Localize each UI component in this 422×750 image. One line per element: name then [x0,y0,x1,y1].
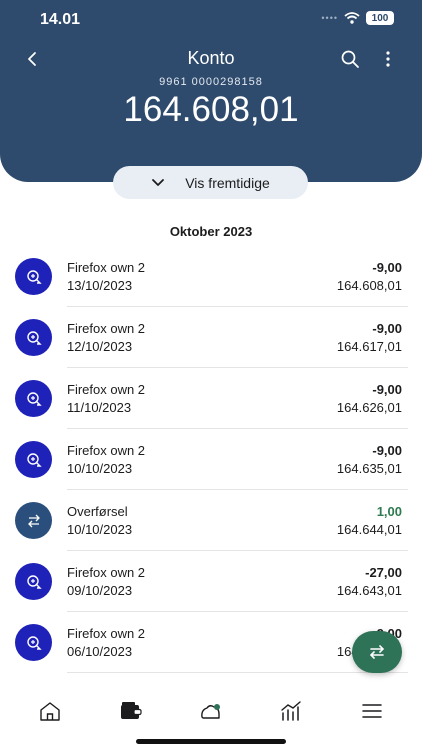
transaction-name: Firefox own 2 [67,626,146,641]
piggy-bank-icon [201,704,220,719]
account-balance: 164.608,01 [123,90,299,129]
transaction-row[interactable]: Overførsel 10/10/2023 1,00 164.644,01 [0,490,422,551]
transaction-name: Overførsel [67,504,128,519]
transaction-date: 09/10/2023 [67,583,133,598]
transaction-amount: -27,00 [365,565,402,580]
tab-investments[interactable] [278,700,304,722]
transaction-name: Firefox own 2 [67,321,146,336]
payment-icon [15,624,52,661]
account-header: 14.01 •••• 100 Konto 9961 0000298158 164… [0,0,422,182]
transaction-row[interactable]: Firefox own 2 13/10/2023 -9,00 164.608,0… [0,246,422,307]
transaction-name: Firefox own 2 [67,443,146,458]
payment-icon [15,319,52,356]
transfer-icon [15,502,52,539]
search-button[interactable] [340,49,360,69]
chevron-down-icon [152,178,165,186]
transaction-amount: -9,00 [372,382,402,397]
show-future-label: Vis fremtidige [185,174,270,191]
more-options-button[interactable] [380,49,396,69]
transaction-name: Firefox own 2 [67,382,146,397]
tab-menu[interactable] [359,700,385,722]
transaction-date: 06/10/2023 [67,644,133,659]
status-time: 14.01 [40,11,81,28]
transaction-saldo: 164.608,01 [336,278,402,293]
battery-icon: 100 [366,11,394,25]
transaction-saldo: 164.643,01 [336,583,402,598]
transaction-amount: -9,00 [372,321,402,336]
transaction-saldo: 164.617,01 [336,339,402,354]
month-heading: Oktober 2023 [169,224,253,239]
transaction-amount: -9,00 [372,443,402,458]
payment-icon [15,258,52,295]
transfer-fab-button[interactable] [352,631,402,673]
signal-icon: •••• [321,13,338,23]
tab-savings[interactable] [198,700,224,722]
show-future-button[interactable]: Vis fremtidige [113,166,308,199]
home-indicator [136,739,286,744]
home-icon [40,702,60,721]
payment-icon [15,441,52,478]
transaction-saldo: 164.644,01 [336,522,402,537]
transaction-date: 10/10/2023 [67,461,133,476]
account-number: 9961 0000298158 [159,76,263,88]
transaction-date: 13/10/2023 [67,278,133,293]
transaction-amount: -9,00 [372,260,402,275]
transaction-date: 12/10/2023 [67,339,133,354]
status-indicators: •••• 100 [321,11,394,25]
divider [67,672,408,673]
transaction-row[interactable]: Firefox own 2 12/10/2023 -9,00 164.617,0… [0,307,422,368]
transaction-date: 11/10/2023 [67,400,132,415]
transaction-saldo: 164.635,01 [336,461,402,476]
tab-home[interactable] [37,700,63,722]
transaction-row[interactable]: Firefox own 2 09/10/2023 -27,00 164.643,… [0,551,422,612]
transfer-arrows-icon [369,645,385,659]
transaction-saldo: 164.626,01 [336,400,402,415]
payment-icon [15,563,52,600]
transaction-name: Firefox own 2 [67,260,146,275]
menu-icon [362,704,382,718]
tab-accounts[interactable] [118,700,144,722]
transaction-name: Firefox own 2 [67,565,146,580]
chart-icon [281,701,301,721]
transaction-amount: 1,00 [376,504,402,519]
transaction-row[interactable]: Firefox own 2 10/10/2023 -9,00 164.635,0… [0,429,422,490]
payment-icon [15,380,52,417]
search-icon [341,50,359,68]
wifi-icon [344,12,360,24]
transaction-date: 10/10/2023 [67,522,133,537]
wallet-icon [121,702,142,719]
more-vertical-icon [386,51,390,67]
transaction-row[interactable]: Firefox own 2 11/10/2023 -9,00 164.626,0… [0,368,422,429]
